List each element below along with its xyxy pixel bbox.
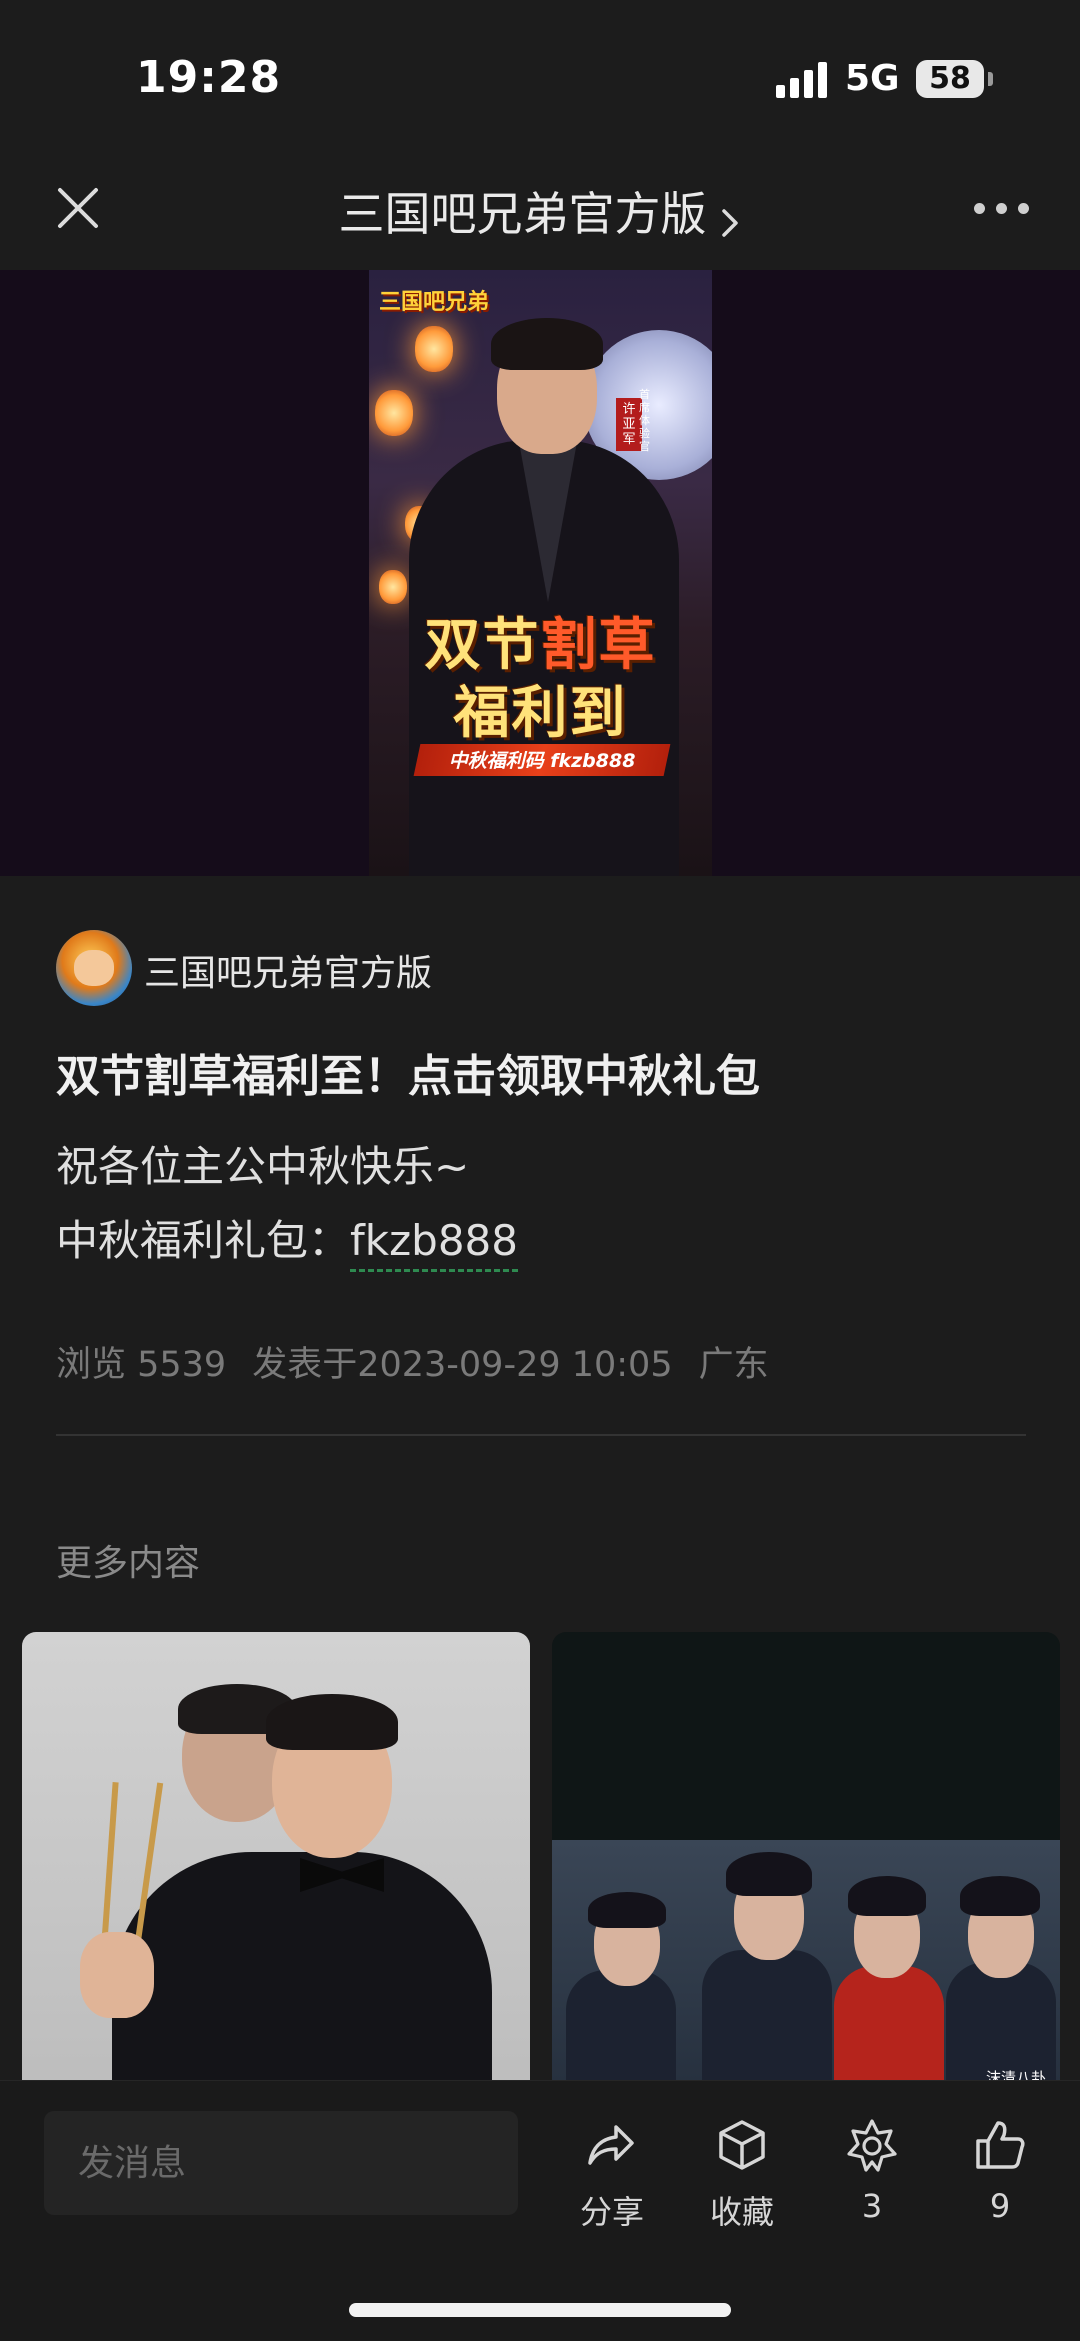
lantern bbox=[379, 570, 407, 604]
person-hair bbox=[960, 1876, 1040, 1916]
wow-count: 3 bbox=[861, 2187, 883, 2225]
status-bar: 19:28 5G 58 bbox=[0, 0, 1080, 150]
location: 广东 bbox=[698, 1345, 769, 1385]
wow-icon bbox=[847, 2119, 897, 2172]
article-body: 祝各位主公中秋快乐~ 中秋福利礼包：fkzb888 bbox=[56, 1130, 518, 1278]
bottom-action-bar: 分享 收藏 3 9 bbox=[0, 2080, 1080, 2341]
presenter-hair bbox=[491, 318, 603, 370]
promo-code-text: 中秋福利码 fkzb888 bbox=[448, 750, 636, 772]
share-label: 分享 bbox=[579, 2193, 644, 2231]
person-hoodie bbox=[834, 1966, 944, 2092]
nav-title: 三国吧兄弟官方版 bbox=[338, 187, 707, 241]
hand bbox=[80, 1932, 154, 2018]
article-cover[interactable]: 三国吧兄弟 许亚军 首席体验官 双节割草 福利到 中秋福利码 fkzb888 bbox=[0, 270, 1080, 876]
cube-icon bbox=[719, 2120, 765, 2170]
more-content-title: 更多内容 bbox=[56, 1543, 201, 1584]
battery-level: 58 bbox=[929, 61, 971, 96]
promo-headline-2: 福利到 bbox=[453, 681, 628, 746]
favorite-label: 收藏 bbox=[709, 2193, 774, 2231]
presenter-caption: 首席体验官 bbox=[639, 388, 650, 453]
article-title: 双节割草福利至！点击领取中秋礼包 bbox=[56, 1051, 760, 1102]
account-title-link[interactable]: 三国吧兄弟官方版 bbox=[0, 178, 1080, 244]
screen: 19:28 5G 58 三国吧兄弟官方版 三国吧兄弟 许亚军 首席体验官 双节割… bbox=[0, 0, 1080, 2341]
person-jacket bbox=[566, 1970, 676, 2092]
gift-code[interactable]: fkzb888 bbox=[350, 1216, 518, 1272]
network-label: 5G bbox=[845, 58, 900, 99]
battery-icon: 58 bbox=[916, 60, 984, 98]
share-icon bbox=[588, 2125, 634, 2165]
battery-tip bbox=[988, 72, 993, 86]
wow-button[interactable]: 3 bbox=[822, 2117, 922, 2225]
avatar[interactable] bbox=[56, 930, 132, 1006]
front-person-hair bbox=[266, 1694, 398, 1750]
recommended-card[interactable]: 沫清八卦 bbox=[552, 1632, 1060, 2092]
chevron-right-icon bbox=[721, 208, 738, 237]
lantern bbox=[415, 326, 453, 372]
view-count: 浏览 5539 bbox=[56, 1345, 227, 1385]
person-hair bbox=[726, 1852, 812, 1896]
nav-bar: 三国吧兄弟官方版 bbox=[0, 150, 1080, 270]
home-indicator[interactable] bbox=[349, 2303, 731, 2317]
message-input[interactable] bbox=[44, 2111, 518, 2215]
lantern bbox=[375, 390, 413, 436]
like-button[interactable]: 9 bbox=[950, 2117, 1050, 2225]
avatar-face bbox=[74, 950, 114, 986]
body-line: 祝各位主公中秋快乐~ bbox=[56, 1142, 470, 1191]
article-meta: 浏览 5539 发表于2023-09-29 10:05 广东 bbox=[56, 1336, 795, 1387]
thumbs-up-icon bbox=[976, 2121, 1025, 2169]
signal-icon bbox=[776, 60, 828, 98]
body-line: 中秋福利礼包：fkzb888 bbox=[56, 1204, 518, 1278]
like-count: 9 bbox=[989, 2187, 1011, 2225]
game-logo: 三国吧兄弟 bbox=[379, 290, 490, 315]
person-jacket bbox=[702, 1950, 832, 2092]
status-time: 19:28 bbox=[136, 52, 282, 103]
promo-poster: 三国吧兄弟 许亚军 首席体验官 双节割草 福利到 中秋福利码 fkzb888 bbox=[369, 270, 712, 876]
more-icon[interactable] bbox=[974, 198, 1030, 218]
person-hair bbox=[588, 1892, 666, 1928]
card-thumbnail: 沫清八卦 bbox=[552, 1840, 1060, 2092]
author-name[interactable]: 三国吧兄弟官方版 bbox=[144, 944, 432, 996]
favorite-button[interactable]: 收藏 bbox=[692, 2117, 792, 2233]
person-hair bbox=[848, 1876, 926, 1916]
publish-time: 发表于2023-09-29 10:05 bbox=[252, 1345, 673, 1385]
share-button[interactable]: 分享 bbox=[562, 2117, 662, 2233]
recommended-card[interactable] bbox=[22, 1632, 530, 2092]
divider bbox=[56, 1434, 1026, 1436]
